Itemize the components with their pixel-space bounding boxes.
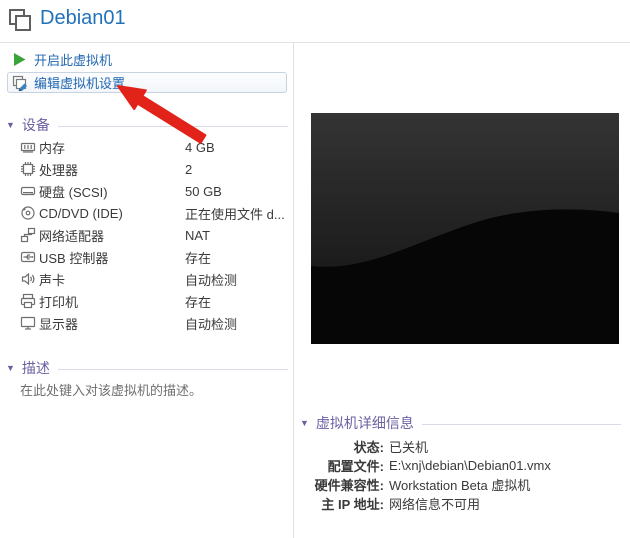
detail-value: 已关机 (389, 437, 428, 456)
sound-card-icon (20, 271, 36, 287)
collapse-triangle-icon: ▼ (6, 120, 15, 130)
power-on-vm-label: 开启此虚拟机 (34, 50, 112, 69)
device-row[interactable]: 内存 4 GB (0, 136, 293, 158)
device-value: NAT (185, 228, 210, 243)
device-label: 声卡 (39, 270, 185, 289)
device-label: 显示器 (39, 314, 185, 333)
hard-disk-icon (20, 183, 36, 199)
detail-row: 配置文件: E:\xnj\debian\Debian01.vmx (294, 456, 630, 475)
device-label: USB 控制器 (39, 248, 185, 267)
edit-settings-label: 编辑虚拟机设置 (34, 73, 125, 92)
detail-label: 状态: (294, 437, 384, 456)
device-label: 内存 (39, 138, 185, 157)
device-value: 自动检测 (185, 270, 237, 289)
network-adapter-icon (20, 227, 36, 243)
processor-icon (20, 161, 36, 177)
device-value: 2 (185, 162, 192, 177)
vm-details-section-title: 虚拟机详细信息 (316, 413, 414, 433)
collapse-triangle-icon: ▼ (6, 363, 15, 373)
detail-row: 硬件兼容性: Workstation Beta 虚拟机 (294, 475, 630, 494)
detail-row: 主 IP 地址: 网络信息不可用 (294, 494, 630, 513)
device-row[interactable]: 网络适配器 NAT (0, 224, 293, 246)
description-input-hint[interactable]: 在此处键入对该虚拟机的描述。 (20, 380, 202, 399)
device-value: 4 GB (185, 140, 215, 155)
device-label: 网络适配器 (39, 226, 185, 245)
cd-dvd-icon (20, 205, 36, 221)
collapse-triangle-icon: ▼ (300, 418, 309, 428)
details-list: 状态: 已关机 配置文件: E:\xnj\debian\Debian01.vmx… (294, 437, 630, 513)
play-icon (13, 52, 26, 67)
summary-left-pane: 开启此虚拟机 编辑虚拟机设置 ▼ 设备 内存 4 GB 处理器 2 硬盘 (SC… (0, 43, 294, 538)
device-value: 存在 (185, 292, 211, 311)
section-rule (422, 424, 621, 425)
virtual-machine-icon (8, 8, 32, 32)
device-row[interactable]: 声卡 自动检测 (0, 268, 293, 290)
detail-value: Workstation Beta 虚拟机 (389, 475, 530, 494)
device-label: CD/DVD (IDE) (39, 206, 185, 221)
printer-icon (20, 293, 36, 309)
device-row[interactable]: 处理器 2 (0, 158, 293, 180)
edit-settings-icon (12, 75, 28, 91)
detail-value: 网络信息不可用 (389, 494, 480, 513)
device-list: 内存 4 GB 处理器 2 硬盘 (SCSI) 50 GB CD/DVD (ID… (0, 136, 293, 334)
detail-label: 主 IP 地址: (294, 494, 384, 513)
device-row[interactable]: 打印机 存在 (0, 290, 293, 312)
edit-settings-button[interactable]: 编辑虚拟机设置 (7, 72, 287, 93)
detail-row: 状态: 已关机 (294, 437, 630, 456)
power-on-vm-command[interactable]: 开启此虚拟机 (13, 50, 112, 68)
title-bar: Debian01 (0, 0, 630, 43)
section-rule (58, 369, 288, 370)
usb-controller-icon (20, 249, 36, 265)
device-row[interactable]: CD/DVD (IDE) 正在使用文件 d... (0, 202, 293, 224)
device-value: 存在 (185, 248, 211, 267)
display-icon (20, 315, 36, 331)
description-section-header[interactable]: ▼ 描述 (6, 358, 288, 378)
devices-section-header[interactable]: ▼ 设备 (6, 115, 288, 135)
memory-icon (20, 139, 36, 155)
detail-label: 硬件兼容性: (294, 475, 384, 494)
description-section-title: 描述 (22, 358, 50, 378)
devices-section-title: 设备 (22, 115, 50, 135)
detail-label: 配置文件: (294, 456, 384, 475)
device-label: 硬盘 (SCSI) (39, 182, 185, 201)
device-label: 处理器 (39, 160, 185, 179)
vm-screen-preview[interactable] (311, 113, 619, 344)
section-rule (58, 126, 288, 127)
device-value: 正在使用文件 d... (185, 204, 285, 223)
vm-name-title: Debian01 (40, 7, 126, 30)
device-row[interactable]: 显示器 自动检测 (0, 312, 293, 334)
summary-right-pane: ▼ 虚拟机详细信息 状态: 已关机 配置文件: E:\xnj\debian\De… (294, 43, 630, 538)
device-value: 自动检测 (185, 314, 237, 333)
device-row[interactable]: 硬盘 (SCSI) 50 GB (0, 180, 293, 202)
detail-value: E:\xnj\debian\Debian01.vmx (389, 458, 551, 473)
device-row[interactable]: USB 控制器 存在 (0, 246, 293, 268)
device-label: 打印机 (39, 292, 185, 311)
vm-details-section-header[interactable]: ▼ 虚拟机详细信息 (300, 413, 621, 433)
device-value: 50 GB (185, 184, 222, 199)
